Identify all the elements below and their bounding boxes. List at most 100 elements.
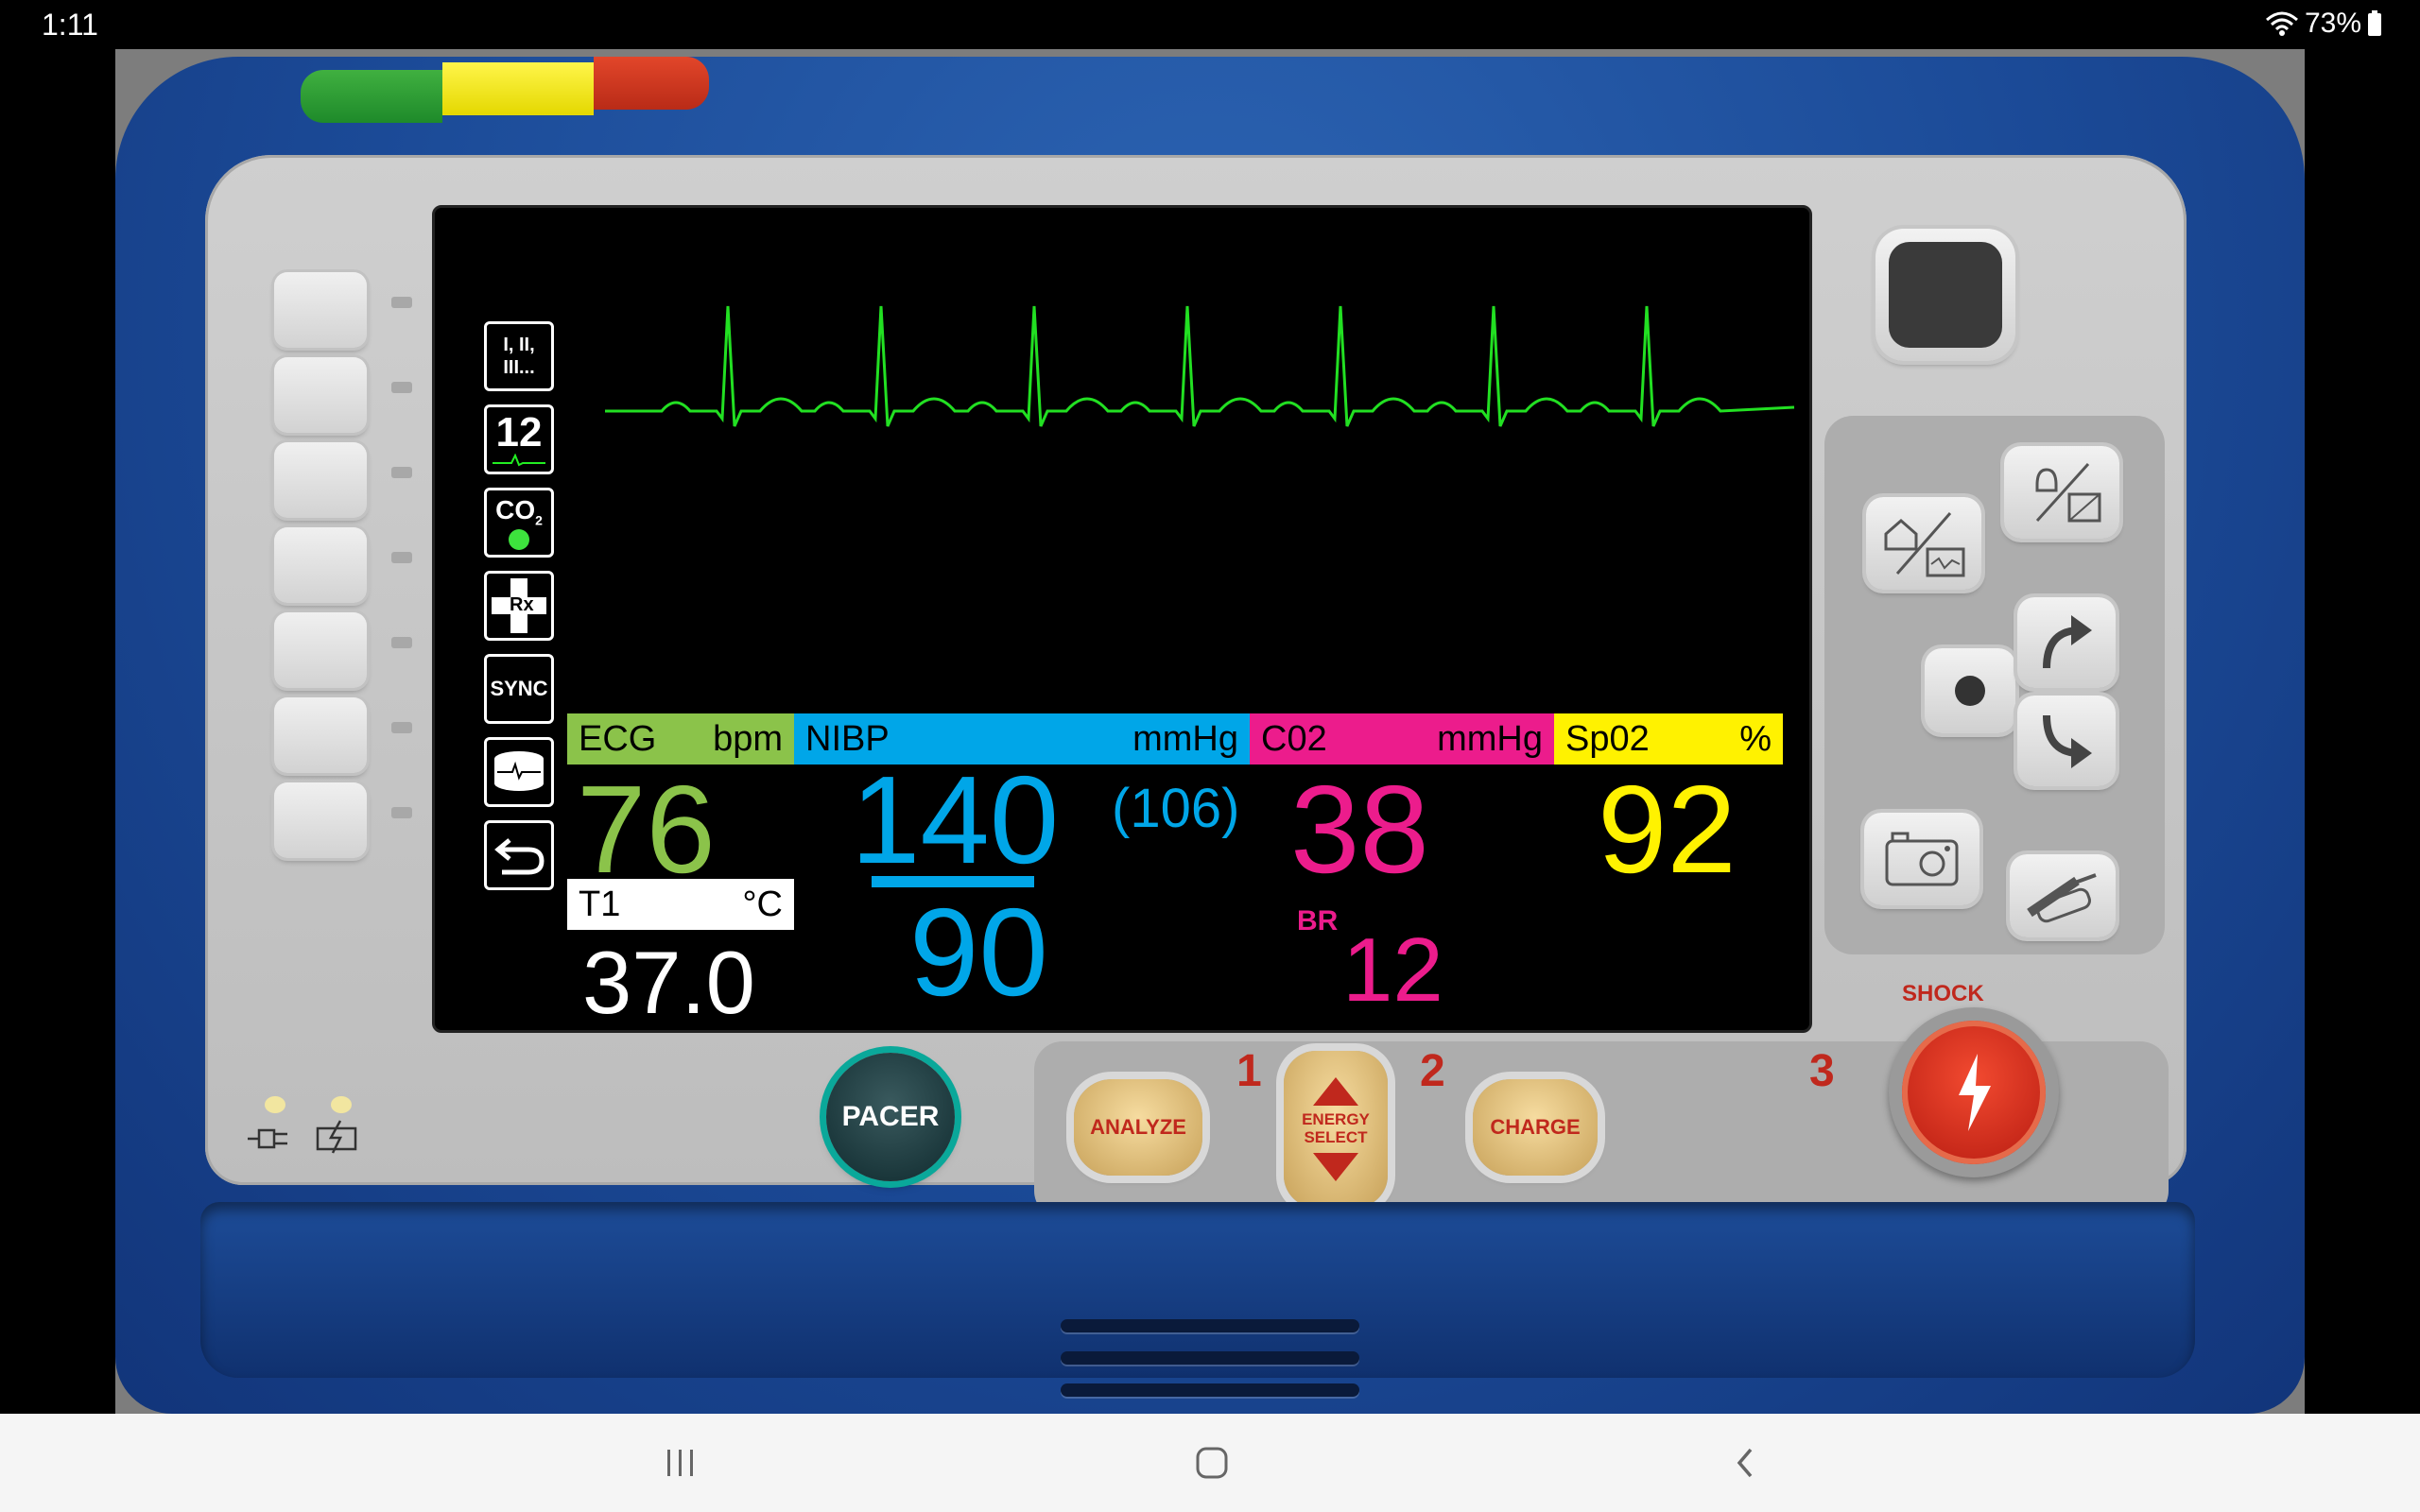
ac-power-led [265, 1096, 285, 1113]
twelve-lead-icon[interactable]: 12 [484, 404, 554, 474]
soft-key-indicator [391, 722, 412, 733]
rotate-clockwise-icon [2043, 615, 2092, 669]
recent-apps-icon[interactable] [664, 1448, 698, 1478]
home-icon[interactable] [1195, 1446, 1229, 1480]
android-nav-bar [0, 1414, 2420, 1512]
step-2-label: 2 [1420, 1046, 1445, 1096]
charge-label: CHARGE [1490, 1115, 1581, 1139]
ac-plug-icon [248, 1128, 287, 1149]
speaker-vent [1061, 1319, 1359, 1332]
co2-unit: mmHg [1437, 718, 1543, 759]
power-button[interactable] [1876, 229, 2015, 361]
leads-select-label: I, II, III... [503, 335, 535, 378]
leads-select-icon[interactable]: I, II, III... [484, 321, 554, 391]
spo2-header: Sp02 % [1554, 713, 1783, 765]
return-arrow-icon [494, 838, 544, 875]
ecg-header: ECG bpm [567, 713, 794, 765]
lightning-bolt-icon [1959, 1054, 1991, 1131]
ecg-label: ECG [579, 718, 657, 759]
soft-key-indicator [391, 467, 412, 478]
status-bar: 1:11 73% [0, 0, 2420, 49]
sync-label: SYNC [490, 677, 548, 700]
energy-select-button: ENERGY SELECT [1284, 1051, 1388, 1208]
printer-icon[interactable] [484, 737, 554, 807]
pacer-label: PACER [841, 1101, 940, 1132]
soft-key-indicator [391, 637, 412, 648]
co2-text: CO [495, 494, 536, 524]
temp-unit: °C [742, 884, 783, 924]
select-button[interactable] [1925, 648, 2015, 733]
status-time: 1:11 [42, 8, 98, 42]
home-display-button[interactable] [1866, 497, 1981, 590]
green-tab [301, 70, 442, 123]
energy-down-arrow-icon[interactable] [1309, 1151, 1362, 1185]
soft-key-4[interactable] [274, 527, 367, 603]
br-label: BR [1297, 905, 1339, 936]
rotate-down-button[interactable] [2017, 696, 2116, 786]
rotate-up-button[interactable] [2017, 597, 2116, 688]
co2-sub: 2 [535, 512, 543, 528]
power-button-face [1889, 242, 2002, 348]
soft-key-indicator [391, 807, 412, 818]
battery-icon [2368, 10, 2381, 36]
temp-header: T1 °C [567, 879, 794, 930]
camera-icon [1885, 832, 1959, 886]
temp-label: T1 [579, 884, 621, 924]
defibrillator-app: I, II, III... 12 CO2 Rx SYNC ECG bpm NIB… [115, 49, 2305, 1414]
analyze-label: ANALYZE [1090, 1115, 1186, 1139]
pacer-button[interactable]: PACER [826, 1053, 955, 1181]
step-3-label: 3 [1809, 1046, 1835, 1096]
step-1-label: 1 [1236, 1046, 1262, 1096]
ecg-trace [605, 305, 1795, 427]
co2-icon-label: CO2 [495, 495, 543, 528]
rotate-counterclockwise-icon [2043, 714, 2092, 768]
soft-key-1[interactable] [274, 272, 367, 348]
shock-button[interactable] [1902, 1021, 2046, 1164]
nibp-mean-value: (106) [1112, 778, 1240, 839]
nibp-systolic-value: 140 [851, 750, 1060, 889]
rx-medication-icon[interactable]: Rx [484, 571, 554, 641]
alarm-silence-icon [2035, 462, 2101, 523]
br-value: 12 [1342, 919, 1443, 1021]
event-marker-button[interactable] [2010, 854, 2116, 937]
nibp-diastolic-value: 90 [909, 883, 1048, 1022]
spo2-label: Sp02 [1565, 718, 1650, 759]
soft-key-6[interactable] [274, 697, 367, 773]
ecg-unit: bpm [713, 718, 783, 759]
twelve-lead-label: 12 [495, 409, 543, 455]
heart-rate-value: 76 [577, 760, 716, 899]
camera-button[interactable] [1864, 813, 1979, 905]
co2-icon[interactable]: CO2 [484, 488, 554, 558]
spo2-unit: % [1739, 718, 1772, 759]
soft-key-7[interactable] [274, 782, 367, 858]
soft-key-3[interactable] [274, 442, 367, 518]
battery-percent: 73% [2304, 8, 2361, 39]
rx-label: Rx [510, 594, 534, 615]
battery-charge-icon [316, 1120, 357, 1154]
red-tab [594, 57, 709, 110]
co2-status-dot [509, 529, 529, 551]
energy-up-arrow-icon[interactable] [1309, 1074, 1362, 1108]
charge-button[interactable]: CHARGE [1473, 1079, 1598, 1176]
soft-key-5[interactable] [274, 612, 367, 688]
analyze-button[interactable]: ANALYZE [1074, 1079, 1202, 1176]
sync-icon[interactable]: SYNC [484, 654, 554, 724]
soft-key-indicator [391, 297, 412, 308]
back-nav-icon[interactable] [1734, 1446, 1756, 1480]
speaker-vent [1061, 1383, 1359, 1397]
alarm-silence-button[interactable] [2004, 446, 2119, 539]
status-indicators: 73% [2265, 8, 2382, 40]
co2-value: 38 [1290, 760, 1429, 899]
co2-label: C02 [1261, 718, 1327, 759]
energy-select-line1: ENERGY [1302, 1110, 1370, 1129]
select-dot-icon [1955, 676, 1985, 706]
soft-key-2[interactable] [274, 357, 367, 433]
ecg-waveform [605, 305, 1795, 427]
back-icon[interactable] [484, 820, 554, 890]
soft-key-indicator [391, 552, 412, 563]
wifi-icon [2265, 11, 2298, 36]
spo2-value: 92 [1598, 760, 1737, 899]
monitor-screen: I, II, III... 12 CO2 Rx SYNC ECG bpm NIB… [432, 205, 1812, 1033]
energy-select-line2: SELECT [1304, 1128, 1368, 1146]
battery-charge-led [331, 1096, 352, 1113]
